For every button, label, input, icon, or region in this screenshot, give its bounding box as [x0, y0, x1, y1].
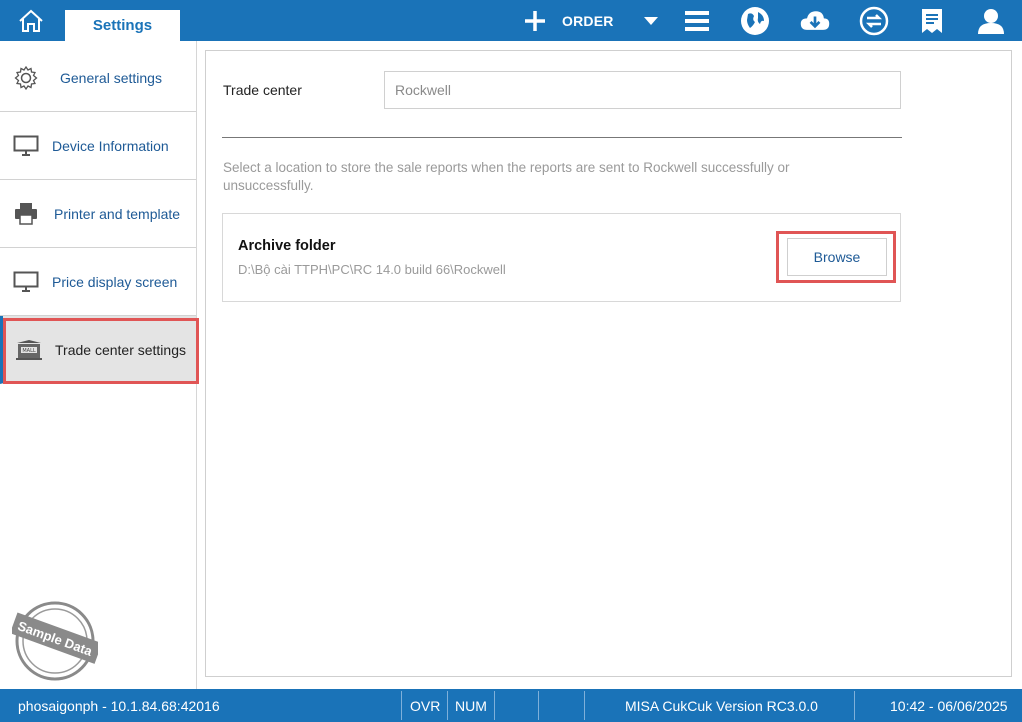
monitor-icon [0, 271, 52, 293]
caret-down-icon[interactable] [642, 14, 660, 28]
trade-center-label: Trade center [223, 82, 302, 98]
order-button[interactable]: ORDER [520, 0, 614, 41]
cloud-download-icon[interactable] [799, 5, 831, 37]
sidebar-item-price-display-screen[interactable]: Price display screen [0, 248, 196, 316]
status-separator [447, 691, 448, 720]
trade-center-input[interactable]: Rockwell [384, 71, 901, 109]
ovr-indicator: OVR [410, 697, 441, 714]
status-bar: phosaigonph - 10.1.84.68:42016 OVR NUM M… [0, 689, 1022, 722]
sidebar-item-label: General settings [60, 69, 162, 86]
sidebar-item-label: Printer and template [54, 205, 181, 222]
archive-folder-title: Archive folder [238, 238, 336, 254]
status-separator [401, 691, 402, 720]
connection-status: phosaigonph - 10.1.84.68:42016 [18, 697, 220, 714]
order-label: ORDER [562, 12, 614, 29]
highlight-box [3, 318, 199, 384]
status-separator [854, 691, 855, 720]
home-button[interactable] [0, 0, 62, 41]
top-bar: Settings ORDER [0, 0, 1022, 41]
receipt-icon[interactable] [916, 5, 948, 37]
num-indicator: NUM [455, 697, 487, 714]
status-separator [494, 691, 495, 720]
sync-icon[interactable] [858, 5, 890, 37]
datetime: 10:42 - 06/06/2025 [890, 697, 1008, 714]
sample-data-stamp: Sample Data [9, 600, 103, 682]
home-icon [19, 9, 43, 32]
highlight-box [776, 231, 896, 283]
gear-icon [0, 65, 52, 91]
archive-folder-path: D:\Bộ cài TTPH\PC\RC 14.0 build 66\Rockw… [238, 262, 506, 277]
printer-icon [0, 202, 52, 226]
monitor-icon [0, 135, 52, 157]
status-separator [584, 691, 585, 720]
sidebar-item-label: Device Information [52, 137, 169, 154]
tab-settings[interactable]: Settings [65, 10, 180, 41]
plus-icon [520, 0, 550, 41]
version-info: MISA CukCuk Version RC3.0.0 [625, 697, 818, 714]
sidebar-item-device-information[interactable]: Device Information [0, 112, 196, 180]
sidebar-item-label: Price display screen [52, 273, 178, 290]
sidebar-item-printer-and-template[interactable]: Printer and template [0, 180, 196, 248]
status-separator [538, 691, 539, 720]
globe-icon[interactable] [739, 5, 771, 37]
content-panel [205, 50, 1012, 677]
menu-icon[interactable] [681, 5, 713, 37]
sidebar-item-general-settings[interactable]: General settings [0, 44, 196, 112]
description-text: Select a location to store the sale repo… [223, 160, 790, 193]
divider [222, 137, 902, 138]
user-icon[interactable] [975, 5, 1007, 37]
